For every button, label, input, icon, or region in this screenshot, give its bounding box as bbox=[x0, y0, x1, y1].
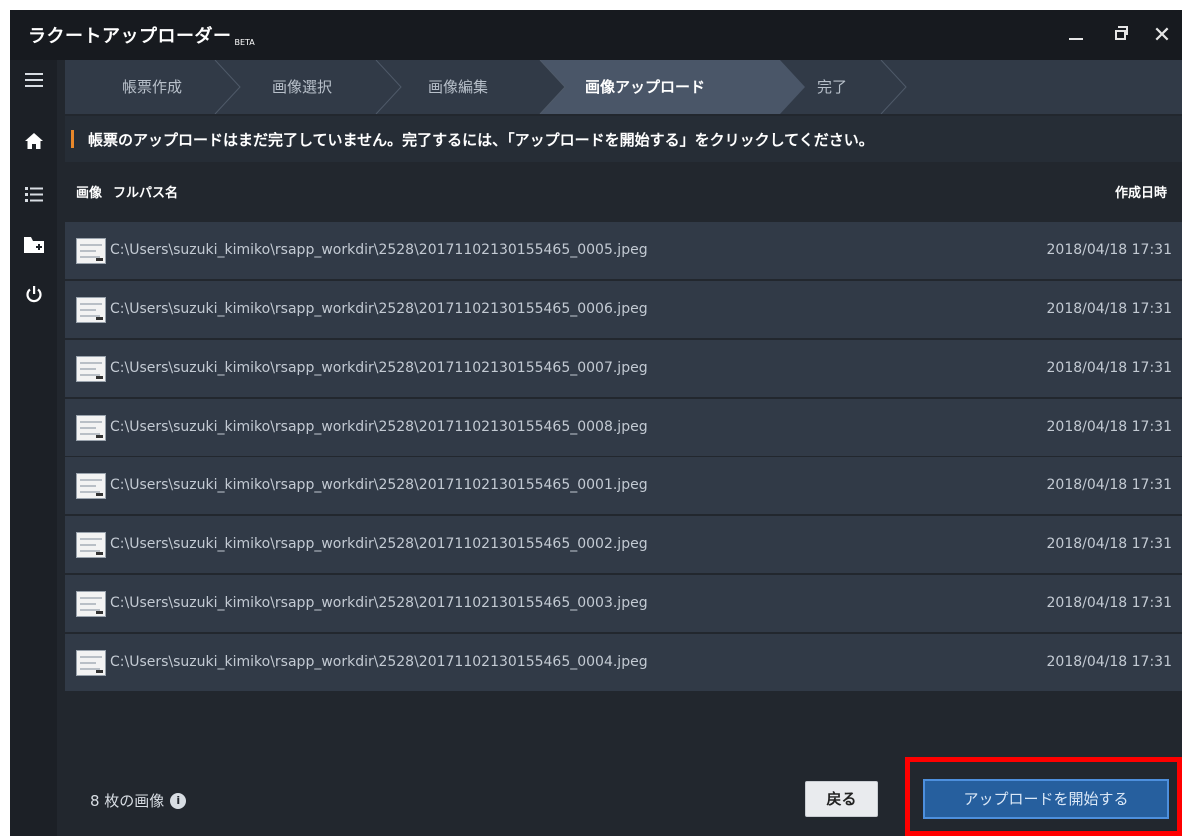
file-path: C:\Users\suzuki_kimiko\rsapp_workdir\252… bbox=[110, 301, 648, 317]
home-button[interactable] bbox=[10, 133, 57, 149]
upload-notice: 帳票のアップロードはまだ完了していません。完了するには、「アップロードを開始する… bbox=[65, 116, 1182, 162]
file-path: C:\Users\suzuki_kimiko\rsapp_workdir\252… bbox=[110, 242, 648, 258]
table-row[interactable]: C:\Users\suzuki_kimiko\rsapp_workdir\252… bbox=[65, 340, 1182, 397]
file-path: C:\Users\suzuki_kimiko\rsapp_workdir\252… bbox=[110, 419, 648, 435]
file-path: C:\Users\suzuki_kimiko\rsapp_workdir\252… bbox=[110, 536, 648, 552]
table-row[interactable]: C:\Users\suzuki_kimiko\rsapp_workdir\252… bbox=[65, 575, 1182, 632]
sidebar bbox=[10, 60, 57, 836]
created-date: 2018/04/18 17:31 bbox=[1046, 360, 1173, 376]
maximize-button[interactable] bbox=[1100, 10, 1140, 60]
minimize-button[interactable] bbox=[1056, 10, 1096, 60]
table-row[interactable]: C:\Users\suzuki_kimiko\rsapp_workdir\252… bbox=[65, 457, 1182, 514]
wizard-steps: 帳票作成 画像選択 画像編集 画像アップロード 完了 bbox=[65, 60, 1182, 114]
file-path: C:\Users\suzuki_kimiko\rsapp_workdir\252… bbox=[110, 595, 648, 611]
file-path: C:\Users\suzuki_kimiko\rsapp_workdir\252… bbox=[110, 654, 648, 670]
table-row[interactable]: C:\Users\suzuki_kimiko\rsapp_workdir\252… bbox=[65, 634, 1182, 691]
step-edit-image: 画像編集 bbox=[428, 78, 489, 96]
notice-text: 帳票のアップロードはまだ完了していません。完了するには、「アップロードを開始する… bbox=[88, 130, 874, 149]
folder-add-icon bbox=[23, 237, 44, 253]
notice-accent-bar bbox=[71, 130, 74, 148]
image-thumbnail bbox=[76, 473, 106, 499]
home-icon bbox=[24, 133, 43, 149]
file-path: C:\Users\suzuki_kimiko\rsapp_workdir\252… bbox=[110, 477, 648, 493]
column-header-image: 画像 bbox=[76, 186, 103, 201]
step-create-form: 帳票作成 bbox=[122, 78, 183, 96]
image-thumbnail bbox=[76, 238, 106, 264]
menu-icon bbox=[24, 73, 43, 87]
column-header-created: 作成日時 bbox=[1114, 186, 1167, 201]
image-thumbnail bbox=[76, 591, 106, 617]
app-title: ラクートアップローダー BETA bbox=[28, 22, 255, 48]
created-date: 2018/04/18 17:31 bbox=[1046, 242, 1173, 258]
beta-badge: BETA bbox=[234, 38, 255, 47]
step-select-image: 画像選択 bbox=[272, 78, 333, 96]
image-thumbnail bbox=[76, 650, 106, 676]
step-complete: 完了 bbox=[817, 78, 848, 96]
column-header-path: フルパス名 bbox=[113, 186, 179, 201]
created-date: 2018/04/18 17:31 bbox=[1046, 419, 1173, 435]
table-row[interactable]: C:\Users\suzuki_kimiko\rsapp_workdir\252… bbox=[65, 399, 1182, 456]
image-thumbnail bbox=[76, 297, 106, 323]
created-date: 2018/04/18 17:31 bbox=[1046, 654, 1173, 670]
table-header: 画像 フルパス名 作成日時 bbox=[65, 162, 1182, 220]
minimize-icon bbox=[1069, 38, 1083, 40]
image-count-label: 8 枚の画像 bbox=[90, 792, 165, 810]
file-path: C:\Users\suzuki_kimiko\rsapp_workdir\252… bbox=[110, 360, 648, 376]
table-row[interactable]: C:\Users\suzuki_kimiko\rsapp_workdir\252… bbox=[65, 222, 1182, 279]
image-thumbnail bbox=[76, 532, 106, 558]
created-date: 2018/04/18 17:31 bbox=[1046, 595, 1173, 611]
info-icon[interactable]: i bbox=[170, 792, 187, 809]
image-thumbnail bbox=[76, 356, 106, 382]
app-window: ラクートアップローダー BETA ✕ 帳票作成 画像選択 画像編集 画像アップロ… bbox=[10, 10, 1182, 836]
back-button[interactable]: 戻る bbox=[805, 781, 878, 817]
power-button[interactable] bbox=[10, 285, 57, 303]
list-icon bbox=[24, 187, 43, 202]
maximize-icon bbox=[1114, 26, 1128, 40]
image-thumbnail bbox=[76, 415, 106, 441]
close-button[interactable]: ✕ bbox=[1142, 10, 1182, 60]
title-bar[interactable]: ラクートアップローダー BETA ✕ bbox=[10, 10, 1182, 60]
image-count: 8 枚の画像 i bbox=[90, 790, 187, 811]
start-upload-button[interactable]: アップロードを開始する bbox=[923, 779, 1169, 819]
table-row[interactable]: C:\Users\suzuki_kimiko\rsapp_workdir\252… bbox=[65, 516, 1182, 573]
step-upload-image: 画像アップロード bbox=[585, 78, 706, 96]
app-title-text: ラクートアップローダー bbox=[28, 26, 232, 47]
created-date: 2018/04/18 17:31 bbox=[1046, 536, 1173, 552]
list-button[interactable] bbox=[10, 187, 57, 202]
add-folder-button[interactable] bbox=[10, 237, 57, 253]
close-icon: ✕ bbox=[1152, 22, 1172, 48]
created-date: 2018/04/18 17:31 bbox=[1046, 477, 1173, 493]
power-icon bbox=[25, 286, 42, 303]
menu-button[interactable] bbox=[10, 73, 57, 87]
table-row[interactable]: C:\Users\suzuki_kimiko\rsapp_workdir\252… bbox=[65, 281, 1182, 338]
created-date: 2018/04/18 17:31 bbox=[1046, 301, 1173, 317]
